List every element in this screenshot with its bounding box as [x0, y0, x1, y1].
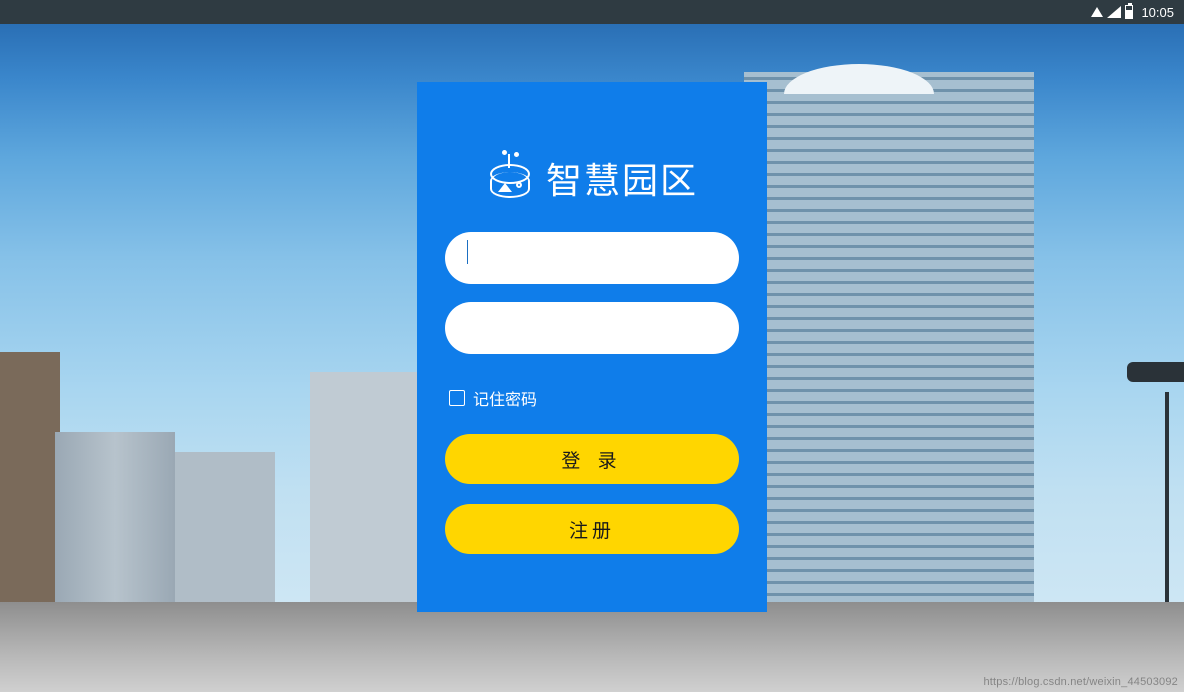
android-status-bar: 10:05 — [0, 0, 1184, 24]
bg-building — [744, 72, 1034, 692]
remember-label: 记住密码 — [473, 386, 537, 410]
status-clock: 10:05 — [1141, 5, 1174, 20]
brand-logo-icon — [486, 156, 534, 200]
battery-charging-icon — [1125, 5, 1133, 19]
background-cityscape: 智慧园区 记住密码 登 录 注册 https://blog.csdn.net/w… — [0, 24, 1184, 692]
source-watermark: https://blog.csdn.net/weixin_44503092 — [983, 676, 1178, 688]
login-panel: 智慧园区 记住密码 登 录 注册 — [417, 82, 767, 612]
login-button[interactable]: 登 录 — [445, 434, 739, 484]
wifi-icon — [1091, 7, 1103, 17]
register-button[interactable]: 注册 — [445, 504, 739, 554]
remember-checkbox[interactable] — [449, 390, 465, 406]
signal-icon — [1107, 6, 1121, 18]
remember-row: 记住密码 — [449, 386, 739, 410]
brand-header: 智慧园区 — [445, 152, 739, 204]
brand-title: 智慧园区 — [546, 152, 698, 204]
password-input[interactable] — [445, 302, 739, 354]
username-input[interactable] — [445, 232, 739, 284]
